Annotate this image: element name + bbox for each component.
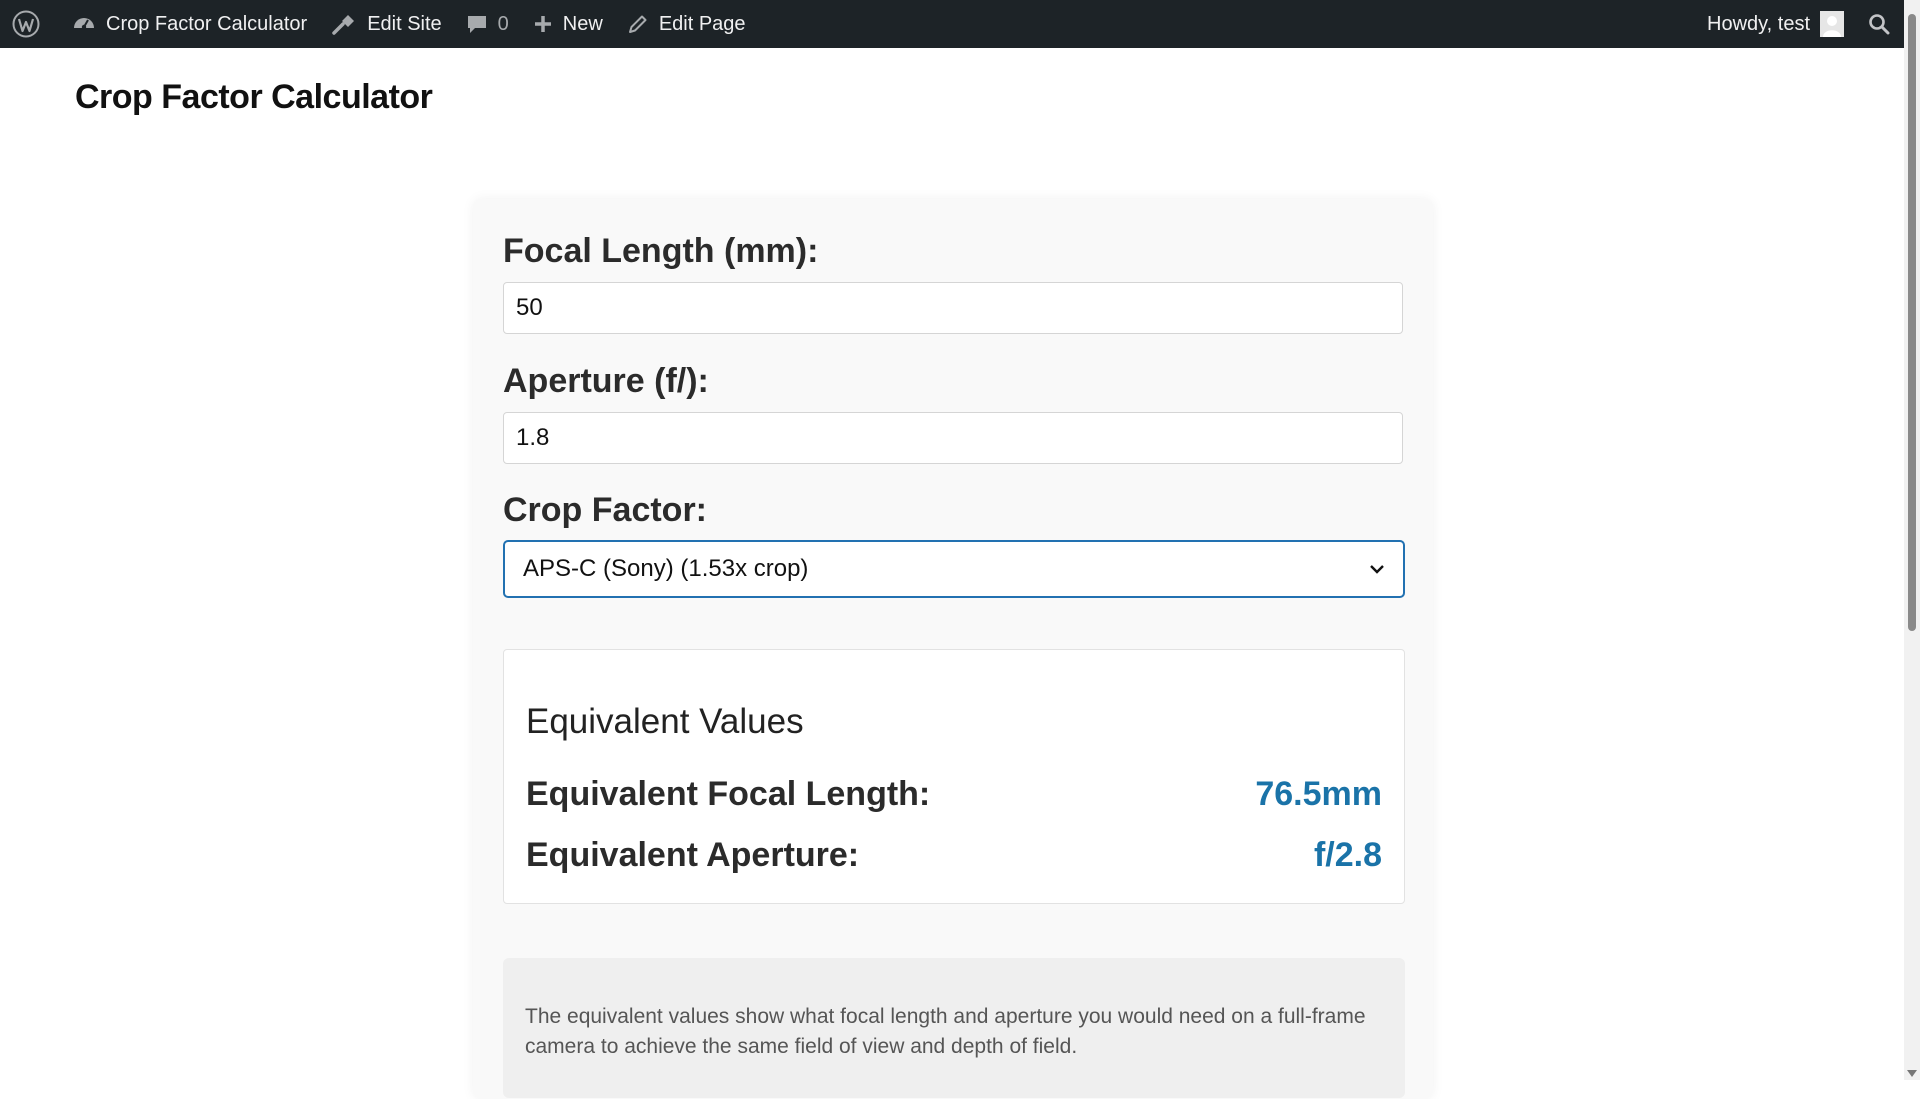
equivalent-aperture-value: f/2.8	[1313, 836, 1382, 874]
aperture-label: Aperture (f/):	[503, 362, 709, 400]
edit-page-link[interactable]: Edit Page	[615, 0, 758, 48]
explanation-note: The equivalent values show what focal le…	[503, 958, 1405, 1098]
new-label: New	[562, 12, 603, 35]
avatar-icon	[1820, 11, 1844, 37]
edit-site-icon	[331, 12, 357, 36]
howdy-label: Howdy, test	[1707, 12, 1810, 35]
results-heading: Equivalent Values	[526, 702, 804, 741]
wordpress-logo-icon	[12, 10, 40, 38]
focal-length-label: Focal Length (mm):	[503, 232, 819, 270]
dashboard-icon	[72, 12, 96, 36]
equivalent-aperture-row: Equivalent Aperture: f/2.8	[526, 836, 1382, 875]
new-content-link[interactable]: New	[521, 0, 615, 48]
search-icon	[1868, 13, 1890, 35]
crop-factor-select[interactable]: APS-C (Sony) (1.53x crop)	[503, 540, 1405, 598]
equivalent-aperture-label: Equivalent Aperture:	[526, 836, 860, 874]
equivalent-focal-length-row: Equivalent Focal Length: 76.5mm	[526, 775, 1382, 814]
comment-icon	[466, 13, 488, 35]
admin-bar-right: Howdy, test	[1695, 0, 1904, 48]
page-scrollbar[interactable]	[1904, 0, 1920, 1080]
crop-factor-label: Crop Factor:	[503, 491, 707, 529]
equivalent-focal-length-label: Equivalent Focal Length:	[526, 775, 931, 813]
chevron-down-icon	[1369, 564, 1385, 574]
page-title: Crop Factor Calculator	[75, 78, 433, 116]
results-panel: Equivalent Values Equivalent Focal Lengt…	[503, 649, 1405, 904]
site-name-link[interactable]: Crop Factor Calculator	[52, 0, 319, 48]
pencil-icon	[627, 13, 649, 35]
edit-site-link[interactable]: Edit Site	[319, 0, 453, 48]
crop-factor-selected-value: APS-C (Sony) (1.53x crop)	[523, 555, 809, 582]
comments-link[interactable]: 0	[454, 0, 521, 48]
focal-length-input[interactable]	[503, 282, 1403, 334]
wordpress-menu[interactable]	[0, 0, 52, 48]
scrollbar-thumb[interactable]	[1908, 14, 1916, 631]
plus-icon	[533, 14, 553, 34]
edit-site-label: Edit Site	[367, 12, 442, 35]
equivalent-focal-length-value: 76.5mm	[1255, 775, 1382, 813]
scroll-down-arrow-icon[interactable]	[1907, 1070, 1917, 1078]
comments-count: 0	[497, 12, 509, 35]
my-account-link[interactable]: Howdy, test	[1695, 0, 1856, 48]
site-name-label: Crop Factor Calculator	[106, 12, 308, 35]
aperture-input[interactable]	[503, 412, 1403, 464]
edit-page-label: Edit Page	[658, 12, 746, 35]
admin-bar: Crop Factor Calculator Edit Site 0 New E…	[0, 0, 1904, 48]
search-toggle[interactable]	[1856, 0, 1904, 48]
calculator-card: Focal Length (mm): Aperture (f/): Crop F…	[473, 199, 1433, 1099]
